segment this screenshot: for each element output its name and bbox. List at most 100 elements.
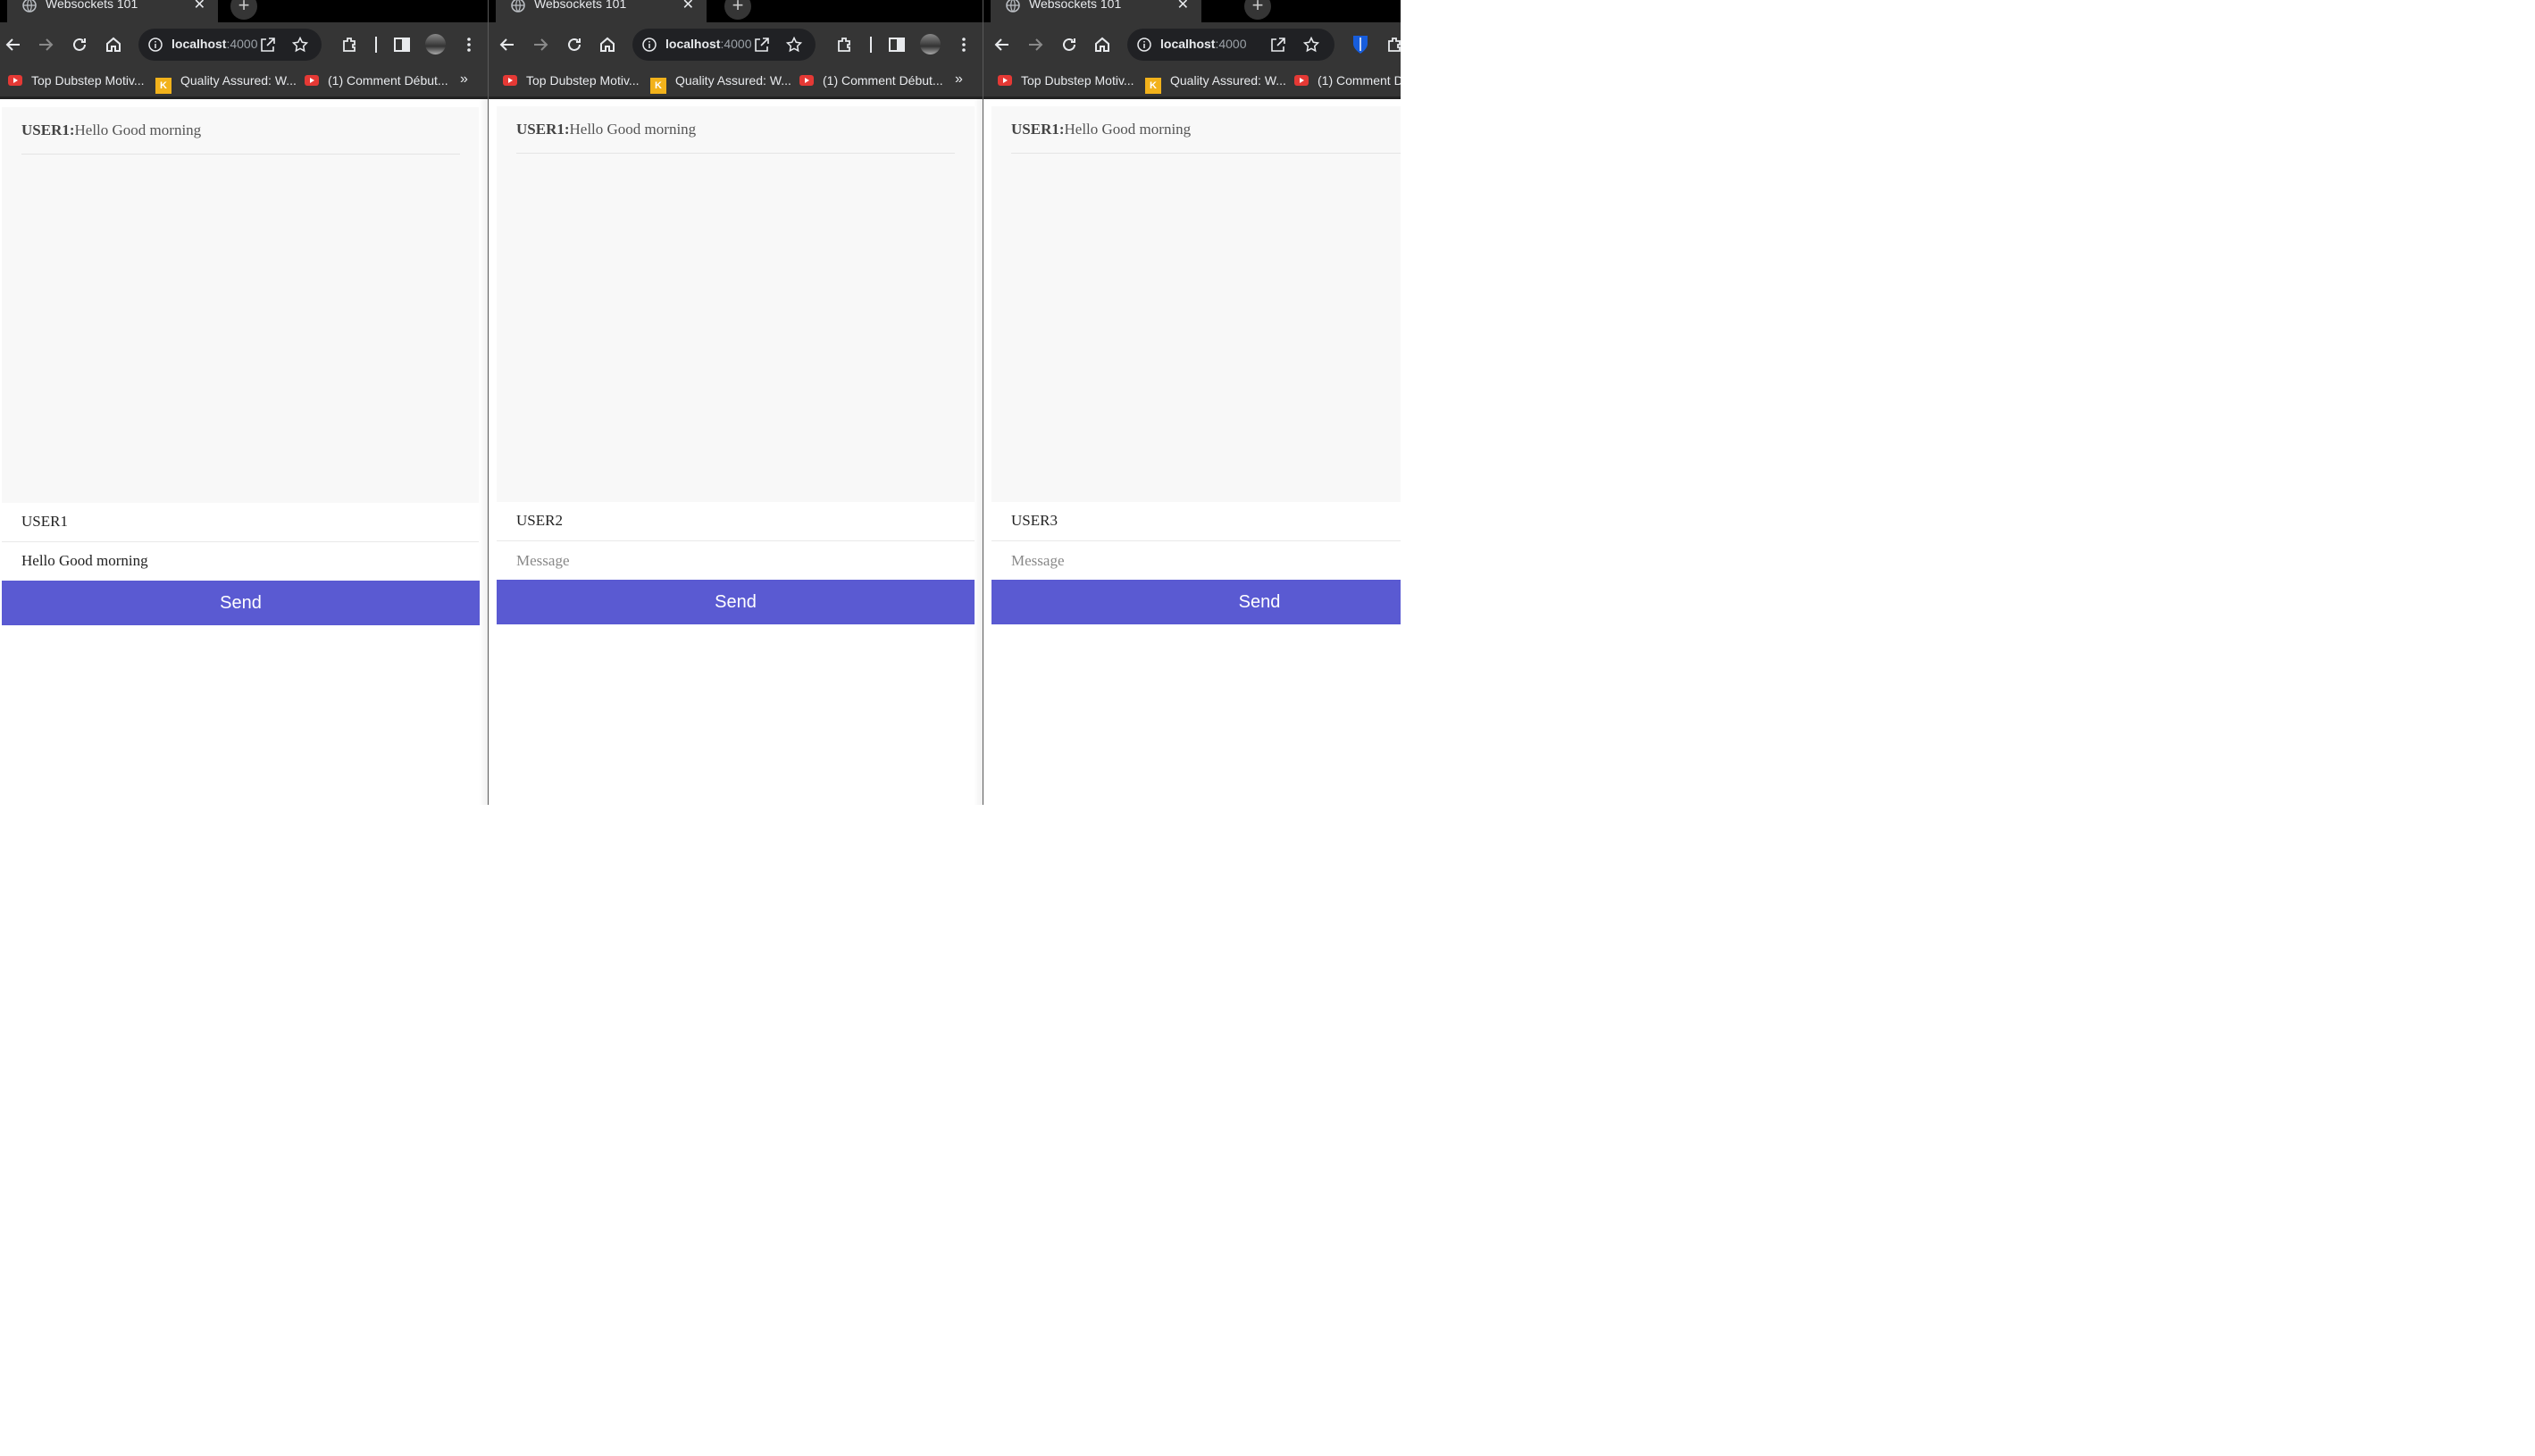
youtube-icon [1294,75,1309,86]
message-input[interactable] [497,541,975,581]
message-author: USER1: [516,121,570,138]
browser-tab[interactable]: Websockets 101 ✕ [7,0,218,22]
message-text: Hello Good morning [74,121,202,138]
send-button[interactable]: Send [497,580,975,624]
message-field[interactable]: Hello Good morning [2,542,479,582]
tab-title: Websockets 101 [1029,0,1122,11]
chat-messages-panel: USER1:Hello Good morning [497,106,975,502]
share-icon[interactable] [260,37,276,53]
reload-icon[interactable] [1060,36,1078,54]
url-text: localhost:4000 [172,37,258,51]
tab-strip: Websockets 101 ✕ + [0,0,488,22]
reload-icon[interactable] [71,36,88,54]
browser-toolbar: localhost:4000 [0,22,488,67]
chat-messages-panel: USER1:Hello Good morning [2,107,479,503]
youtube-icon [799,75,814,86]
bookmark-item[interactable]: Top Dubstep Motiv... [8,73,145,88]
message-divider [516,153,955,154]
menu-icon[interactable] [460,36,478,54]
extensions-icon[interactable] [1386,36,1401,54]
extensions-icon[interactable] [836,36,854,54]
profile-avatar[interactable] [425,34,446,54]
bookmark-item[interactable]: Top Dubstep Motiv... [503,73,640,88]
address-bar[interactable]: localhost:4000 [632,29,816,61]
reload-icon[interactable] [565,36,583,54]
toolbar-separator [870,37,872,53]
bookmark-item[interactable]: (1) Comment Début... [305,73,448,88]
plus-icon[interactable]: + [230,0,257,20]
side-panel-icon[interactable] [393,36,411,54]
message-divider [1011,153,1401,154]
bookmark-item[interactable]: Top Dubstep Motiv... [998,73,1134,88]
url-text: localhost:4000 [665,37,752,51]
shield-icon[interactable] [1352,35,1368,54]
window-edge-shadow [974,99,983,805]
bookmarks-bar: Top Dubstep Motiv... K Quality Assured: W… [489,67,983,99]
message-input[interactable] [991,541,1401,581]
kw-icon: K [155,78,172,94]
bookmark-item[interactable]: K Quality Assured: W... [650,73,791,94]
star-icon[interactable] [292,37,308,53]
info-icon[interactable] [148,38,163,52]
message-author: USER1: [1011,121,1065,138]
username-field[interactable]: USER2 [497,502,975,541]
extensions-icon[interactable] [341,36,359,54]
send-button[interactable]: Send [991,580,1401,624]
home-icon[interactable] [598,36,616,54]
home-icon[interactable] [105,36,122,54]
share-icon[interactable] [1270,37,1286,53]
youtube-icon [998,75,1012,86]
chat-message: USER1:Hello Good morning [1011,121,1191,138]
browser-toolbar: localhost:4000 [983,22,1401,67]
browser-window-1: Websockets 101 ✕ + localhost:4000 Top Du… [0,0,488,805]
home-icon[interactable] [1093,36,1111,54]
message-input-box[interactable] [991,541,1401,580]
back-icon[interactable] [498,36,516,54]
forward-icon[interactable] [1026,36,1044,54]
send-button[interactable]: Send [2,581,480,625]
page-content: USER1:Hello Good morning USER2 Send [489,99,983,805]
bookmark-item[interactable]: K Quality Assured: W... [1145,73,1286,94]
username-field[interactable]: USER3 [991,502,1401,541]
youtube-icon [305,75,319,86]
share-icon[interactable] [754,37,770,53]
bookmark-item[interactable]: (1) Comment De [1294,73,1401,88]
plus-icon[interactable]: + [1244,0,1271,20]
plus-icon[interactable]: + [724,0,751,20]
youtube-icon [503,75,517,86]
star-icon[interactable] [1303,37,1319,53]
message-input-box[interactable] [497,541,975,580]
forward-icon[interactable] [531,36,549,54]
bookmarks-overflow-button[interactable]: » [955,71,963,88]
star-icon[interactable] [786,37,802,53]
browser-tab[interactable]: Websockets 101 ✕ [496,0,707,22]
back-icon[interactable] [4,36,22,54]
username-field[interactable]: USER1 [2,503,479,542]
tab-title: Websockets 101 [534,0,627,11]
back-icon[interactable] [993,36,1011,54]
page-content: USER1:Hello Good morning USER3 Send [983,99,1401,805]
info-icon[interactable] [1137,38,1151,52]
bookmarks-overflow-button[interactable]: » [460,71,468,88]
address-bar[interactable]: localhost:4000 [138,29,322,61]
close-icon[interactable]: ✕ [1177,0,1189,13]
menu-icon[interactable] [955,36,973,54]
forward-icon[interactable] [37,36,54,54]
bookmark-item[interactable]: (1) Comment Début... [799,73,943,88]
chat-message: USER1:Hello Good morning [516,121,696,138]
browser-window-3: Websockets 101 ✕ + localhost:4000 Top Du… [983,0,1401,805]
close-icon[interactable]: ✕ [682,0,694,13]
bookmark-item[interactable]: K Quality Assured: W... [155,73,297,94]
profile-avatar[interactable] [920,34,941,54]
bookmarks-bar: Top Dubstep Motiv... K Quality Assured: W… [983,67,1401,99]
info-icon[interactable] [642,38,657,52]
browser-tab[interactable]: Websockets 101 ✕ [991,0,1201,22]
side-panel-icon[interactable] [888,36,906,54]
globe-icon [22,0,37,13]
tab-strip: Websockets 101 ✕ + [983,0,1401,22]
message-author: USER1: [21,121,75,138]
chat-message: USER1:Hello Good morning [21,121,201,139]
window-edge-shadow [479,99,488,805]
address-bar[interactable]: localhost:4000 [1127,29,1334,61]
close-icon[interactable]: ✕ [194,0,205,13]
